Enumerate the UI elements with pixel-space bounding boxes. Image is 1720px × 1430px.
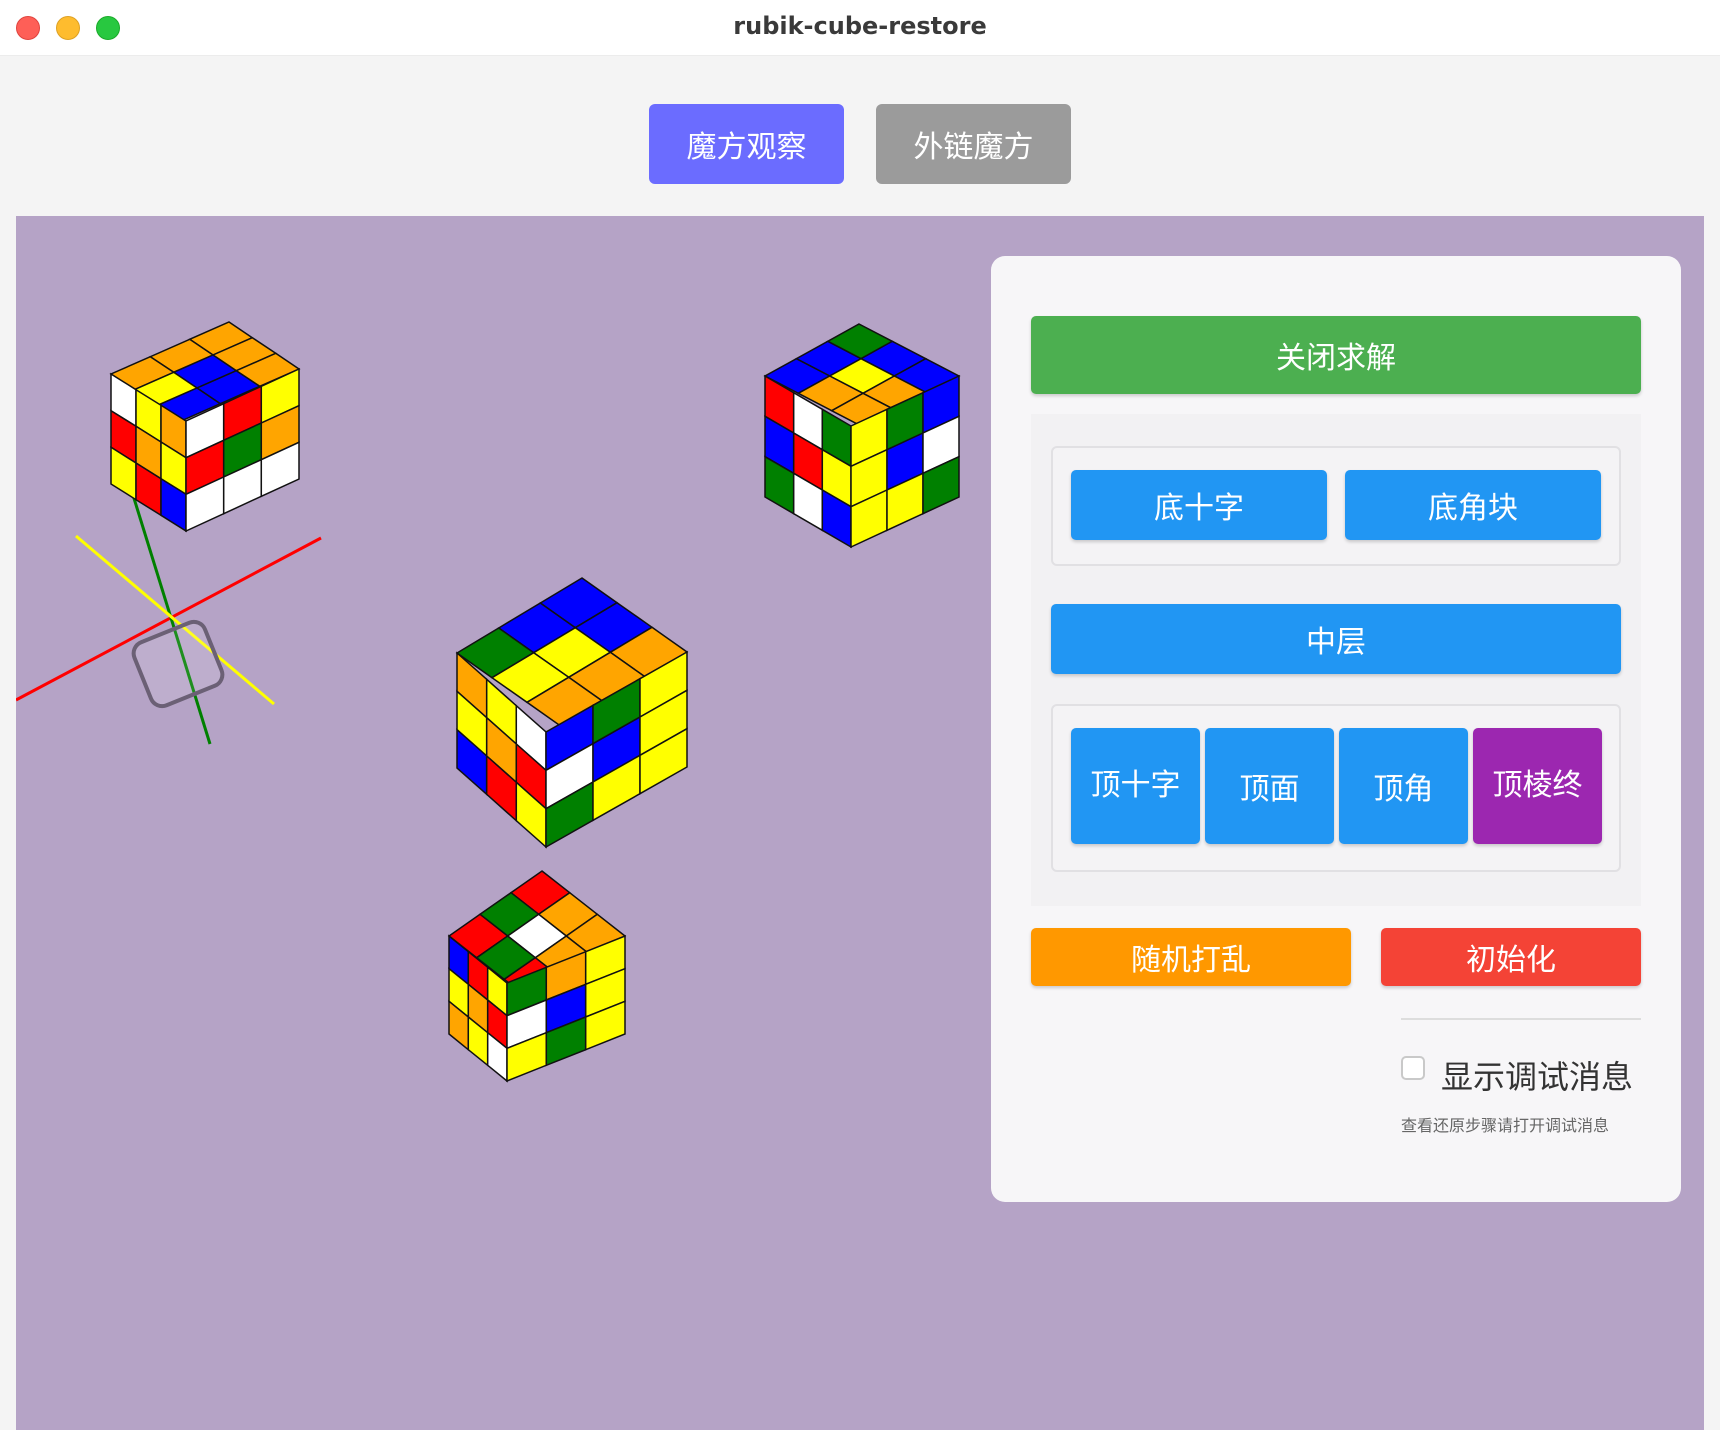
bottom-cross-button[interactable]: 底十字 [1071,470,1327,540]
divider [1401,1018,1641,1020]
close-solve-button[interactable]: 关闭求解 [1031,316,1641,394]
title-bar: rubik-cube-restore [0,0,1720,56]
window-title: rubik-cube-restore [733,12,987,40]
middle-layer-button[interactable]: 中层 [1051,604,1621,674]
rubiks-cube-top-left[interactable] [109,321,301,533]
rubiks-cube-center[interactable] [455,577,689,849]
debug-checkbox[interactable] [1401,1056,1425,1080]
bottom-corners-button[interactable]: 底角块 [1345,470,1601,540]
rubiks-cube-top-right[interactable] [763,323,961,549]
debug-checkbox-label[interactable]: 显示调试消息 [1441,1052,1633,1098]
tab-external-cube[interactable]: 外链魔方 [876,104,1071,184]
solver-panel: 关闭求解 底十字 底角块 中层 顶十字 顶面 顶角 顶棱终 随机打乱 初始化 显… [991,256,1681,1202]
top-face-button[interactable]: 顶面 [1205,728,1334,844]
tab-cube-observe[interactable]: 魔方观察 [649,104,844,184]
solve-steps-area: 底十字 底角块 中层 顶十字 顶面 顶角 顶棱终 [1031,414,1641,906]
initialize-button[interactable]: 初始化 [1381,928,1641,986]
top-layer-group: 顶十字 顶面 顶角 顶棱终 [1051,704,1621,872]
app-window: rubik-cube-restore 魔方观察 外链魔方 关闭求解 底十字 底角… [0,0,1720,1430]
rubiks-cube-bottom[interactable] [447,870,627,1083]
scramble-button[interactable]: 随机打乱 [1031,928,1351,986]
cube-viewport[interactable]: 关闭求解 底十字 底角块 中层 顶十字 顶面 顶角 顶棱终 随机打乱 初始化 显… [16,216,1704,1430]
bottom-layer-group: 底十字 底角块 [1051,446,1621,566]
debug-hint-text: 查看还原步骤请打开调试消息 [1401,1116,1610,1135]
top-cross-button[interactable]: 顶十字 [1071,728,1200,844]
top-corners-button[interactable]: 顶角 [1339,728,1468,844]
top-edges-button[interactable]: 顶棱终 [1473,728,1602,844]
